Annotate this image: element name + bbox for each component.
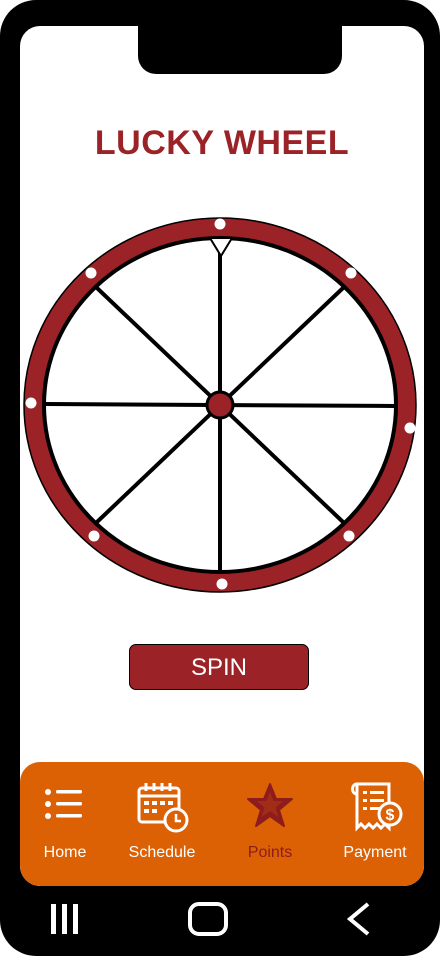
star-icon <box>247 783 293 827</box>
camera-notch <box>138 26 342 74</box>
rim-light <box>343 530 355 542</box>
rim-light <box>25 397 37 409</box>
rim-light <box>85 267 97 279</box>
receipt-dollar-icon: $ <box>351 782 403 832</box>
nav-label-points: Points <box>247 844 293 861</box>
page-title: LUCKY WHEEL <box>94 124 350 162</box>
nav-item-home[interactable]: Home <box>20 780 115 870</box>
app-screen: LUCKY WHEEL SPIN Home Schedule Points $ … <box>20 26 424 886</box>
calendar-clock-icon <box>137 783 189 833</box>
rim-light <box>214 218 226 230</box>
nav-label-schedule: Schedule <box>128 844 196 861</box>
rim-light <box>345 267 357 279</box>
nav-item-schedule[interactable]: Schedule <box>112 780 212 870</box>
back-icon[interactable] <box>330 898 390 942</box>
nav-item-payment[interactable]: $ Payment <box>325 780 424 870</box>
nav-item-points[interactable]: Points <box>220 780 320 870</box>
home-icon[interactable] <box>178 898 238 942</box>
rim-light <box>216 578 228 590</box>
nav-label-home: Home <box>43 844 87 861</box>
list-icon <box>45 789 82 819</box>
phone-frame: LUCKY WHEEL SPIN Home Schedule Points $ … <box>0 0 440 956</box>
recent-apps-icon[interactable] <box>36 898 96 942</box>
system-nav-bar <box>0 888 440 956</box>
wheel-hub <box>205 390 235 420</box>
bottom-nav: Home Schedule Points $ Payment <box>20 762 424 886</box>
rim-light <box>404 422 416 434</box>
rim-light <box>88 530 100 542</box>
svg-text:$: $ <box>386 807 395 824</box>
lucky-wheel[interactable] <box>22 214 422 596</box>
spin-button[interactable]: SPIN <box>129 644 309 690</box>
nav-label-payment: Payment <box>343 844 407 861</box>
